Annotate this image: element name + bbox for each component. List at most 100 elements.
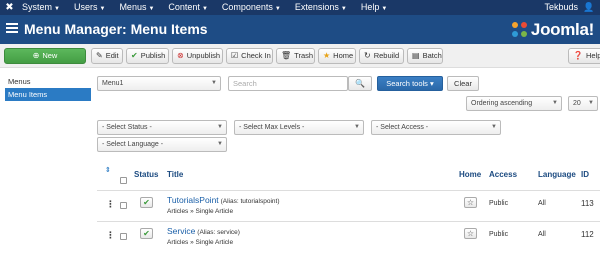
select-all-checkbox[interactable] — [120, 177, 127, 184]
joomla-x-icon[interactable]: ✖ — [4, 2, 15, 13]
rebuild-button[interactable]: ↻ Rebuild — [359, 48, 404, 64]
refresh-icon: ↻ — [364, 51, 371, 60]
menu-menus[interactable]: Menus ▼ — [119, 0, 154, 15]
trash-icon: 🗑 — [281, 51, 292, 60]
item-alias: (Alias: tutorialspoint) — [220, 198, 280, 205]
menu-select[interactable]: Menu1 ▼ — [97, 76, 221, 91]
help-button[interactable]: ❓ Help — [568, 48, 600, 64]
row-checkbox[interactable] — [120, 233, 127, 240]
check-in-button[interactable]: ☑ Check In — [226, 48, 273, 64]
menu-extensions[interactable]: Extensions ▼ — [295, 0, 347, 15]
item-language: All — [538, 200, 546, 207]
published-check-icon[interactable]: ✔ — [140, 197, 153, 208]
chevron-down-icon: ▼ — [354, 124, 360, 130]
menu-select-value: Menu1 — [102, 80, 124, 87]
clear-button[interactable]: Clear — [447, 76, 479, 91]
site-link[interactable]: Tekbuds — [544, 0, 578, 15]
home-star-icon[interactable]: ☆ — [464, 197, 477, 208]
help-label: Help — [585, 51, 600, 60]
language-filter-value: - Select Language - — [102, 141, 164, 148]
rebuild-label: Rebuild — [373, 51, 400, 60]
item-title-link[interactable]: TutorialsPoint — [167, 195, 219, 205]
unpublish-button[interactable]: ⊗ Unpublish — [172, 48, 223, 64]
trash-label: Trash — [294, 51, 314, 60]
id-column-header[interactable]: ID — [581, 160, 589, 190]
brand-text: Joomla! — [530, 20, 594, 39]
item-id: 113 — [581, 199, 594, 208]
list-icon — [6, 23, 18, 35]
table-row: ⋮ ✔ TutorialsPoint (Alias: tutorialspoin… — [97, 190, 600, 221]
publish-button[interactable]: ✔ Publish — [126, 48, 169, 64]
drag-handle-icon[interactable]: ⋮ — [106, 199, 115, 210]
home-label: Home — [333, 51, 354, 60]
main-menu: System ▼ Users ▼ Menus ▼ Content ▼ Component… — [22, 0, 401, 15]
status-filter-value: - Select Status - — [102, 124, 152, 131]
menu-users[interactable]: Users ▼ — [74, 0, 105, 15]
table-row: ⋮ ✔ Service (Alias: service) Articles » … — [97, 221, 600, 252]
caret-down-icon: ▼ — [274, 6, 281, 12]
caret-down-icon: ▼ — [99, 6, 106, 12]
title-column-header[interactable]: Title — [167, 160, 183, 190]
home-column-header[interactable]: Home — [459, 160, 481, 190]
new-button[interactable]: ⊕ New — [4, 48, 86, 64]
batch-label: Batch — [422, 51, 442, 60]
item-title-link[interactable]: Service — [167, 226, 195, 236]
checkbox-icon: ☑ — [231, 51, 239, 60]
menu-components-label: Components — [221, 2, 273, 12]
chevron-down-icon: ▼ — [211, 80, 217, 86]
chevron-down-icon: ▼ — [491, 124, 497, 130]
joomla-logo: Joomla! — [511, 20, 594, 39]
menu-extensions-label: Extensions — [294, 2, 339, 12]
chevron-down-icon: ▼ — [588, 100, 594, 106]
home-star-icon[interactable]: ☆ — [464, 228, 477, 239]
search-icon: 🔍 — [355, 79, 365, 88]
item-alias: (Alias: service) — [197, 229, 240, 236]
drag-handle-icon[interactable]: ⋮ — [106, 230, 115, 241]
max-levels-filter[interactable]: - Select Max Levels - ▼ — [234, 120, 364, 135]
item-title-line: TutorialsPoint (Alias: tutorialspoint) — [167, 195, 280, 205]
ordering-select[interactable]: Ordering ascending ▼ — [466, 96, 562, 111]
menu-system[interactable]: System ▼ — [22, 0, 60, 15]
max-levels-value: - Select Max Levels - — [239, 124, 305, 131]
item-type: Articles » Single Article — [167, 208, 234, 215]
limit-select[interactable]: 20 ▼ — [568, 96, 598, 111]
edit-icon: ✎ — [96, 51, 103, 60]
publish-label: Publish — [140, 51, 166, 60]
menu-components[interactable]: Components ▼ — [222, 0, 281, 15]
trash-button[interactable]: 🗑 Trash — [276, 48, 315, 64]
menu-help[interactable]: Help ▼ — [361, 0, 387, 15]
menu-system-label: System — [22, 2, 53, 12]
batch-button[interactable]: ▤ Batch — [407, 48, 443, 64]
top-navbar: ✖ System ▼ Users ▼ Menus ▼ Content ▼ Compone… — [0, 0, 600, 15]
item-title-line: Service (Alias: service) — [167, 226, 240, 236]
page-title: Menu Manager: Menu Items — [24, 21, 208, 37]
search-button[interactable]: 🔍 — [348, 76, 372, 91]
access-filter[interactable]: - Select Access - ▼ — [371, 120, 501, 135]
caret-down-icon: ▼ — [340, 6, 347, 12]
home-button[interactable]: ★ Home — [318, 48, 356, 64]
language-column-header[interactable]: Language — [538, 160, 576, 190]
menu-content[interactable]: Content ▼ — [168, 0, 207, 15]
search-tools-label: Search tools — [386, 79, 428, 88]
check-in-label: Check In — [241, 51, 271, 60]
status-column-header[interactable]: Status — [134, 160, 158, 190]
access-column-header[interactable]: Access — [489, 160, 517, 190]
ordering-value: Ordering ascending — [471, 100, 533, 107]
item-access: Public — [489, 231, 509, 238]
caret-down-icon: ▼ — [148, 6, 155, 12]
status-filter[interactable]: - Select Status - ▼ — [97, 120, 227, 135]
sidebar-item-menus[interactable]: Menus — [5, 75, 91, 88]
user-icon[interactable]: 👤 — [583, 2, 594, 13]
page-header: Menu Manager: Menu Items Joomla! — [0, 15, 600, 44]
published-check-icon[interactable]: ✔ — [140, 228, 153, 239]
item-language: All — [538, 231, 546, 238]
search-input[interactable]: Search — [228, 76, 348, 91]
ordering-sort-icon[interactable]: ⇕ — [105, 167, 111, 174]
search-tools-button[interactable]: Search tools ▾ — [377, 76, 443, 91]
language-filter[interactable]: - Select Language - ▼ — [97, 137, 227, 152]
sidebar-item-menu-items[interactable]: Menu Items — [5, 88, 91, 101]
edit-button[interactable]: ✎ Edit — [91, 48, 123, 64]
menu-help-label: Help — [360, 2, 380, 12]
row-checkbox[interactable] — [120, 202, 127, 209]
item-access: Public — [489, 200, 509, 207]
